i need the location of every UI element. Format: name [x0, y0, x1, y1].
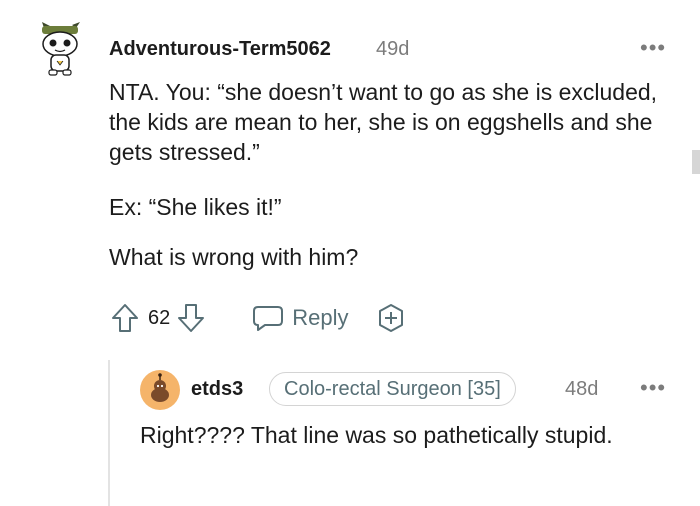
- award-icon[interactable]: [375, 302, 407, 334]
- upvote-icon[interactable]: [110, 302, 140, 334]
- more-options-icon[interactable]: •••: [640, 35, 666, 61]
- scrollbar-thumb[interactable]: [692, 150, 700, 174]
- reply-text: Right???? That line was so pathetically …: [140, 422, 613, 448]
- user-flair: Colo-rectal Surgeon [35]: [269, 372, 516, 406]
- snoo-avatar-icon: [140, 370, 180, 410]
- thread-line[interactable]: [108, 360, 110, 506]
- comment-paragraph: What is wrong with him?: [109, 244, 359, 270]
- more-options-icon[interactable]: •••: [640, 375, 666, 401]
- reply-avatar[interactable]: [140, 370, 180, 410]
- comment-age: 49d: [376, 38, 410, 60]
- comment-actions: 62 Reply: [110, 298, 407, 338]
- comment-paragraph: NTA. You: “she doesn’t want to go as she…: [109, 79, 658, 165]
- downvote-icon[interactable]: [176, 302, 206, 334]
- avatar[interactable]: [36, 20, 84, 78]
- comment-username[interactable]: Adventurous-Term5062: [109, 38, 331, 61]
- reply-label: Reply: [292, 305, 349, 330]
- speech-bubble-icon: [253, 306, 284, 331]
- snoo-avatar-icon: [42, 22, 80, 76]
- reply-age: 48d: [565, 378, 599, 400]
- vote-count: 62: [148, 306, 171, 329]
- reply-button[interactable]: Reply: [252, 303, 349, 333]
- comment-paragraph: Ex: “She likes it!”: [109, 194, 282, 220]
- reply-username[interactable]: etds3: [191, 378, 243, 401]
